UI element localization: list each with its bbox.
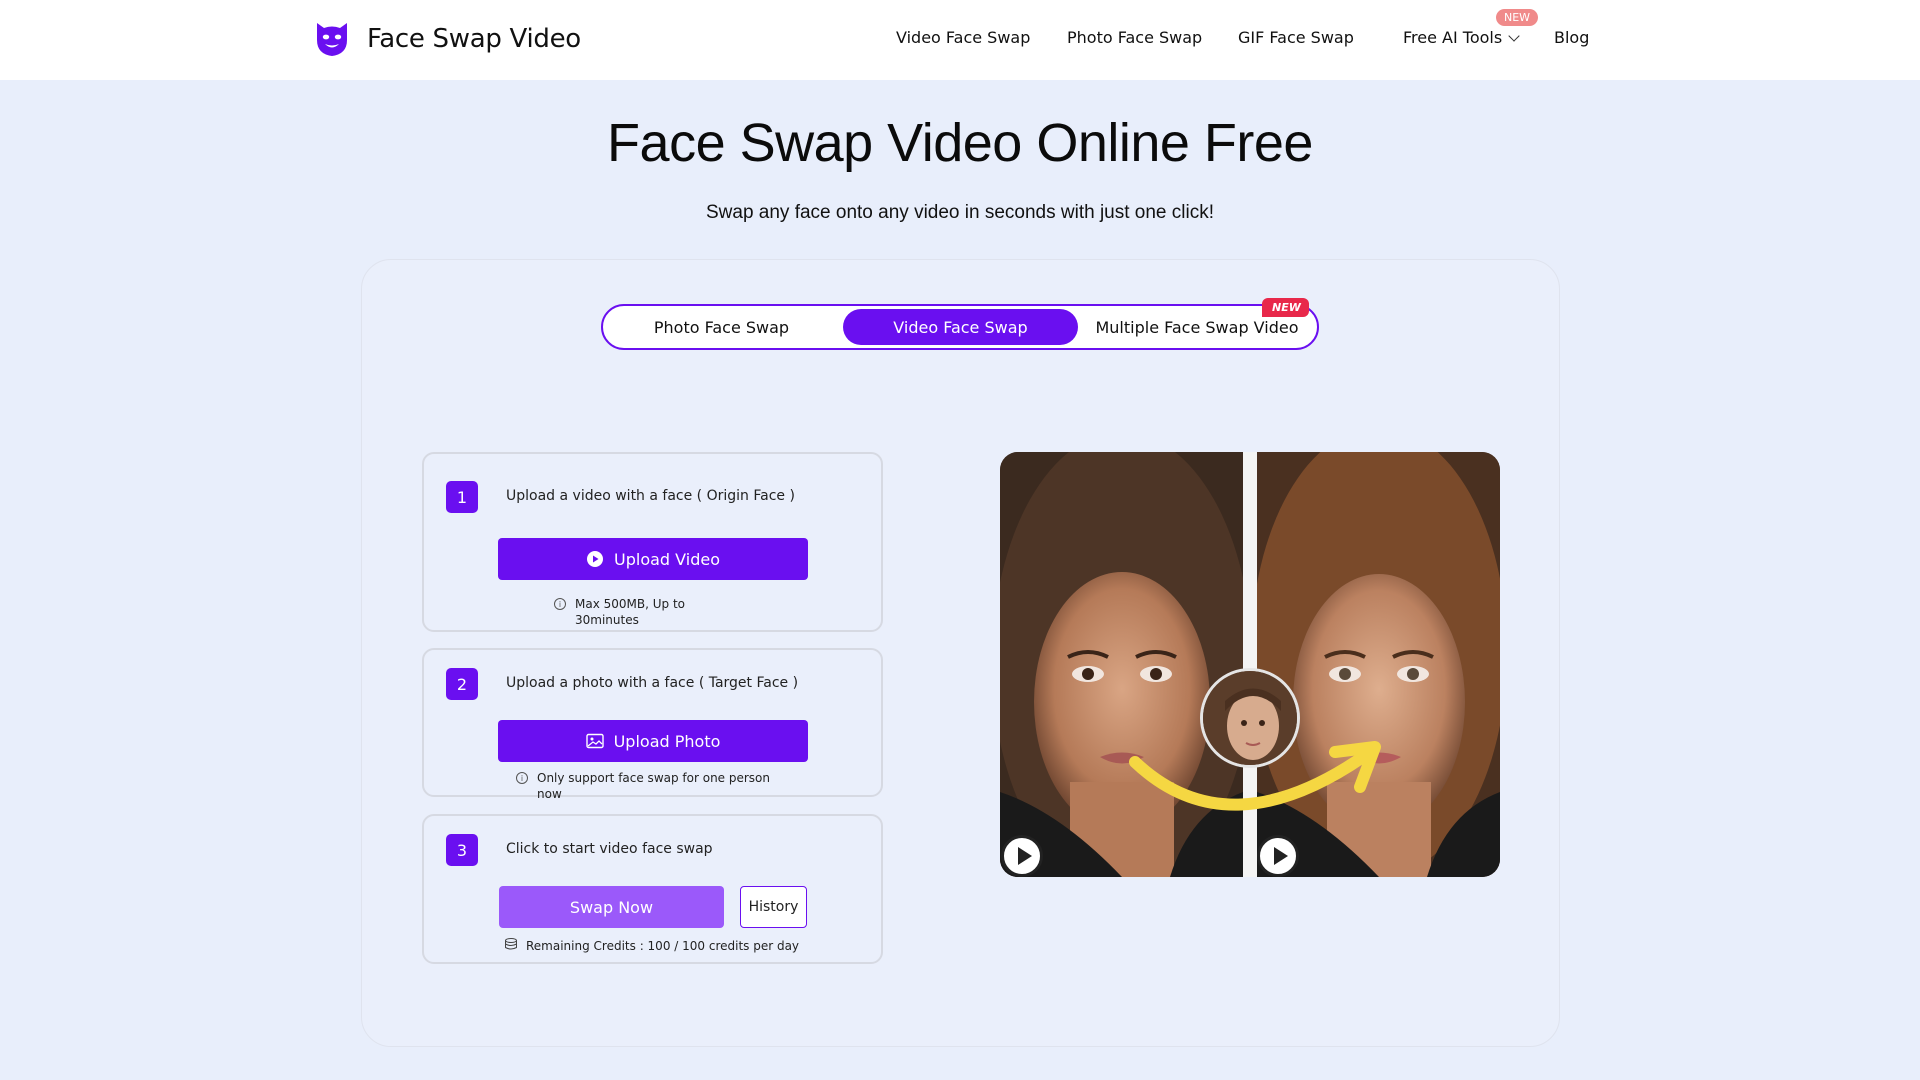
page-title: Face Swap Video Online Free	[607, 113, 1313, 173]
nav-blog[interactable]: Blog	[1554, 28, 1589, 47]
nav-free-ai-tools-label: Free AI Tools	[1403, 28, 1503, 47]
nav-photo-face-swap[interactable]: Photo Face Swap	[1067, 28, 1202, 47]
step-instruction: Upload a video with a face ( Origin Face…	[506, 488, 795, 504]
new-badge: NEW	[1496, 9, 1539, 26]
brand-name: Face Swap Video	[367, 24, 581, 54]
upload-photo-note: Only support face swap for one person no…	[537, 771, 771, 801]
preview-image	[1000, 452, 1500, 877]
step-upload-photo: 2 Upload a photo with a face ( Target Fa…	[422, 648, 883, 801]
nav-free-ai-tools[interactable]: Free AI Tools	[1403, 28, 1520, 47]
step-instruction: Click to start video face swap	[506, 841, 713, 857]
top-navigation-bar: Face Swap Video Video Face Swap Photo Fa…	[0, 0, 1920, 80]
tab-photo-face-swap[interactable]: Photo Face Swap	[606, 309, 837, 345]
swap-now-button[interactable]: Swap Now	[499, 886, 724, 928]
step-number: 2	[446, 668, 478, 700]
target-face-thumbnail	[1200, 668, 1300, 768]
coins-icon	[505, 938, 517, 950]
play-icon[interactable]	[1257, 835, 1299, 877]
info-icon: i	[554, 598, 566, 610]
history-button[interactable]: History	[740, 886, 807, 928]
mode-switcher: Photo Face Swap Video Face Swap Multiple…	[601, 304, 1319, 350]
upload-photo-button[interactable]: Upload Photo	[498, 720, 808, 762]
tab-video-face-swap[interactable]: Video Face Swap	[843, 309, 1078, 345]
mask-icon	[317, 23, 347, 56]
remaining-credits: Remaining Credits : 100 / 100 credits pe…	[526, 939, 800, 953]
upload-video-label: Upload Video	[614, 549, 720, 569]
image-icon	[585, 733, 604, 749]
nav-video-face-swap[interactable]: Video Face Swap	[896, 28, 1030, 47]
chevron-down-icon	[1508, 30, 1520, 42]
upload-video-note: Max 500MB, Up to 30minutes	[575, 597, 686, 627]
nav-gif-face-swap[interactable]: GIF Face Swap	[1238, 28, 1354, 47]
swap-arrow	[1129, 741, 1381, 811]
step-number: 1	[446, 481, 478, 513]
upload-photo-label: Upload Photo	[613, 731, 721, 751]
brand-logo[interactable]: Face Swap Video	[315, 20, 581, 58]
step-number: 3	[446, 834, 478, 866]
new-badge: NEW	[1262, 298, 1309, 317]
upload-video-button[interactable]: Upload Video	[498, 538, 808, 580]
play-circle-icon	[587, 551, 603, 567]
step-upload-video: 1 Upload a video with a face ( Origin Fa…	[422, 452, 883, 632]
play-icon[interactable]	[1001, 835, 1043, 877]
step-swap: 3 Click to start video face swap Swap No…	[422, 814, 883, 964]
info-icon: i	[516, 772, 528, 784]
step-instruction: Upload a photo with a face ( Target Face…	[506, 675, 799, 691]
page-subtitle: Swap any face onto any video in seconds …	[705, 202, 1214, 223]
